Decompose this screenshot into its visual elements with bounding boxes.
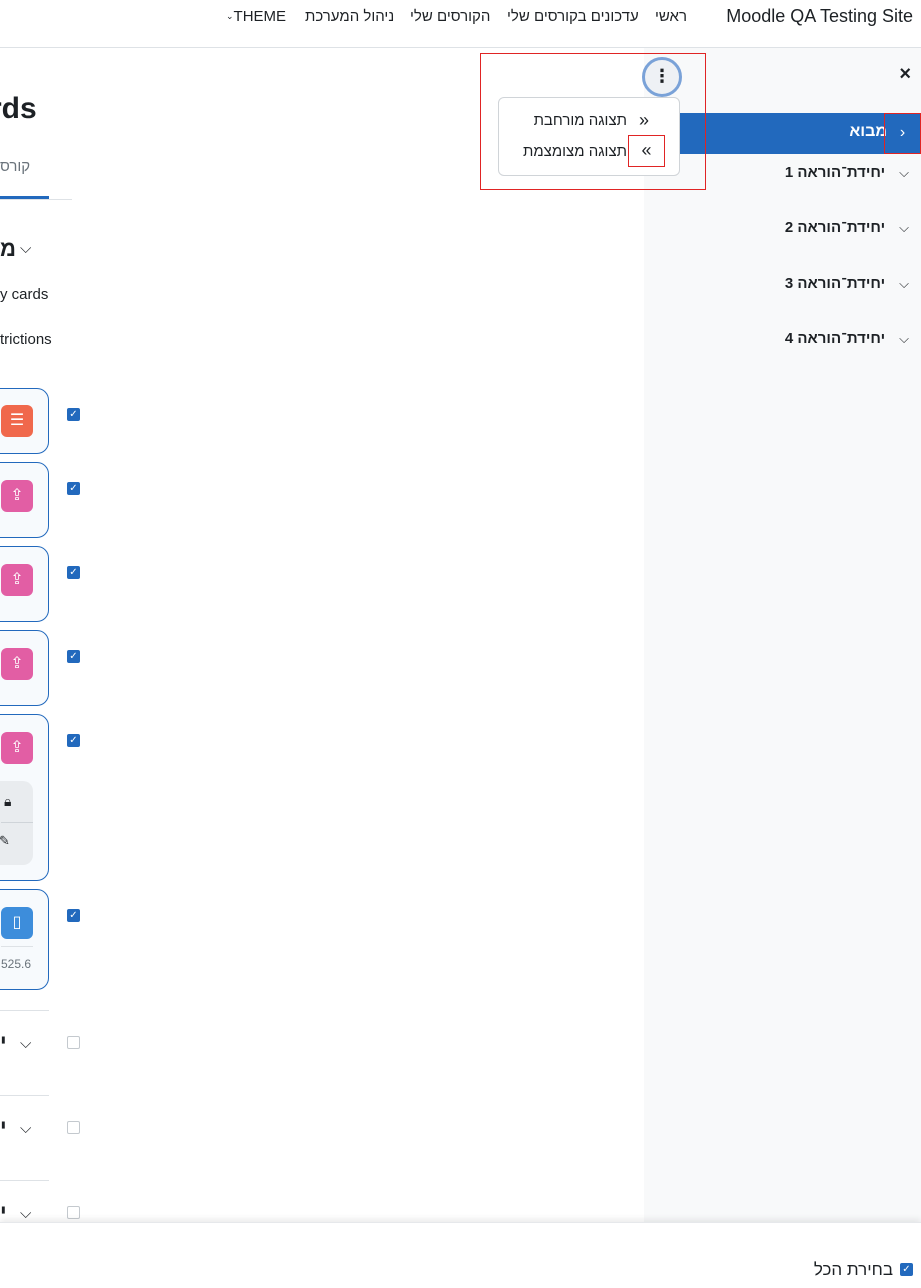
activity-checkbox[interactable]: ✓ xyxy=(67,650,80,663)
activity-checkbox[interactable]: ✓ xyxy=(67,734,80,747)
lock-icon: 🔒︎ xyxy=(4,793,12,809)
course-index-section-1[interactable]: יחידת־הוראה 1 ⌵ xyxy=(785,164,909,181)
nav-course-updates[interactable]: עדכונים בקורסים שלי xyxy=(507,8,639,25)
nav-theme-label: THEME xyxy=(233,8,287,25)
expanded-view-option[interactable]: תצוגה מורחבת xyxy=(534,112,627,129)
view-mode-dropdown: תצוגה מורחבת » תצוגה מצומצמת « xyxy=(498,97,680,176)
chevron-down-icon[interactable]: ⌵ xyxy=(20,1120,31,1137)
collapsed-view-option[interactable]: תצוגה מצומצמת xyxy=(523,143,627,160)
chevron-down-icon[interactable]: ⌵ xyxy=(899,220,909,236)
section-title: י xyxy=(0,1115,7,1140)
section-divider xyxy=(0,1010,49,1011)
nav-home[interactable]: ראשי xyxy=(655,8,687,25)
restriction-panel: 🔒︎ ✎ xyxy=(0,781,33,865)
nav-theme-menu[interactable]: ⌄THEME xyxy=(224,8,286,25)
course-index-item-label: מבוא xyxy=(849,123,887,140)
chevron-down-icon[interactable]: ⌵ xyxy=(899,276,909,292)
tab-course[interactable]: קורס xyxy=(0,158,30,175)
course-index-item-intro[interactable]: מבוא › xyxy=(680,113,921,154)
activity-checkbox[interactable]: ✓ xyxy=(67,408,80,421)
section-checkbox[interactable] xyxy=(67,1036,80,1049)
course-index-section-label: יחידת־הוראה 3 xyxy=(784,275,886,292)
select-all-checkbox[interactable]: ✓ xyxy=(900,1263,913,1276)
activity-card[interactable]: ⇪ xyxy=(0,546,49,622)
file-icon: ▯ xyxy=(1,907,33,939)
chevron-down-icon[interactable]: ⌵ xyxy=(899,165,909,181)
site-name[interactable]: Moodle QA Testing Site xyxy=(726,6,913,27)
section-divider xyxy=(0,1180,49,1181)
chevron-right-icon[interactable]: › xyxy=(884,113,921,154)
tab-divider xyxy=(0,199,72,200)
top-navbar: Moodle QA Testing Site ראשי עדכונים בקור… xyxy=(0,0,921,48)
chevron-down-icon[interactable]: ⌵ xyxy=(20,240,31,257)
activity-checkbox[interactable]: ✓ xyxy=(67,566,80,579)
double-chevron-left-icon[interactable]: « xyxy=(628,135,665,167)
activity-checkbox[interactable]: ✓ xyxy=(67,909,80,922)
section-title: י xyxy=(0,1030,7,1055)
assignment-icon: ⇪ xyxy=(1,648,33,680)
double-chevron-down-icon[interactable]: » xyxy=(639,110,649,131)
section-title: מ xyxy=(0,236,16,261)
assignment-icon: ⇪ xyxy=(1,564,33,596)
chevron-down-icon[interactable]: ⌵ xyxy=(899,331,909,347)
bulk-edit-toolbar: בחירת הכל xyxy=(0,1222,921,1288)
section-divider xyxy=(0,1095,49,1096)
pencil-icon[interactable]: ✎ xyxy=(0,833,10,849)
activity-card[interactable]: ☰ xyxy=(0,388,49,454)
nav-site-admin[interactable]: ניהול המערכת xyxy=(305,8,394,25)
chevron-down-icon[interactable]: ⌵ xyxy=(20,1035,31,1052)
assignment-icon: ⇪ xyxy=(1,480,33,512)
chevron-down-icon: ⌄ xyxy=(226,11,234,21)
chevron-down-icon[interactable]: ⌵ xyxy=(20,1205,31,1222)
page-title: rds xyxy=(0,92,37,125)
section-checkbox[interactable] xyxy=(67,1206,80,1219)
activity-card[interactable]: ⇪ 🔒︎ ✎ xyxy=(0,714,49,881)
assignment-icon: ⇪ xyxy=(1,732,33,764)
activity-card[interactable]: ⇪ xyxy=(0,462,49,538)
divider xyxy=(1,946,33,947)
divider xyxy=(1,822,33,823)
course-index-section-label: יחידת־הוראה 1 xyxy=(784,164,886,181)
section-meta-cards: y cards xyxy=(0,286,49,303)
forum-icon: ☰ xyxy=(1,405,33,437)
course-index-drawer: × מבוא › יחידת־הוראה 1 ⌵ יחידת־הוראה 2 ⌵ י… xyxy=(644,48,921,1222)
file-size: 525.6 xyxy=(1,957,32,971)
section-checkbox[interactable] xyxy=(67,1121,80,1134)
activity-checkbox[interactable]: ✓ xyxy=(67,482,80,495)
course-index-section-3[interactable]: יחידת־הוראה 3 ⌵ xyxy=(785,275,909,292)
activity-card[interactable]: ▯ 525.6 xyxy=(0,889,49,990)
nav-my-courses[interactable]: הקורסים שלי xyxy=(410,8,490,25)
kebab-menu-button[interactable]: ⋮ xyxy=(642,57,682,97)
close-icon[interactable]: × xyxy=(899,64,911,84)
course-index-section-2[interactable]: יחידת־הוראה 2 ⌵ xyxy=(785,219,909,236)
section-meta-restrictions: trictions xyxy=(0,331,52,348)
course-index-section-label: יחידת־הוראה 4 xyxy=(784,330,886,347)
select-all-label[interactable]: בחירת הכל xyxy=(814,1260,893,1280)
course-index-section-label: יחידת־הוראה 2 xyxy=(784,219,886,236)
activity-card[interactable]: ⇪ xyxy=(0,630,49,706)
course-index-section-4[interactable]: יחידת־הוראה 4 ⌵ xyxy=(785,330,909,347)
